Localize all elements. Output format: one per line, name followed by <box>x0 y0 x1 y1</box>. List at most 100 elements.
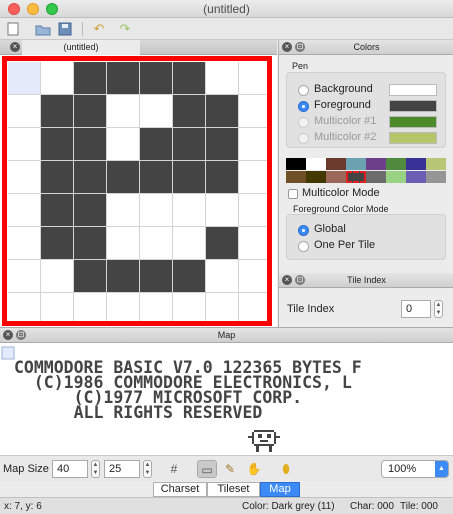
tile-pixel[interactable] <box>239 293 267 321</box>
palette-color-swatch[interactable] <box>406 171 426 183</box>
open-folder-icon[interactable] <box>34 20 52 38</box>
palette-color-swatch[interactable] <box>286 171 306 183</box>
palette-color-swatch[interactable] <box>426 171 446 183</box>
palette-color-swatch[interactable] <box>326 158 346 170</box>
tile-pixel[interactable] <box>74 194 106 226</box>
redo-icon[interactable]: ↷ <box>116 20 134 38</box>
tab-charset[interactable]: Charset <box>153 482 207 497</box>
palette-color-swatch[interactable] <box>346 171 366 183</box>
tile-pixel[interactable] <box>239 260 267 292</box>
tab-tileset[interactable]: Tileset <box>207 482 260 497</box>
palette-color-swatch[interactable] <box>386 158 406 170</box>
tile-pixel[interactable] <box>8 95 40 127</box>
pen-multicolor1-radio[interactable] <box>298 117 309 128</box>
tile-pixel[interactable] <box>140 128 172 160</box>
palette-color-swatch[interactable] <box>426 158 446 170</box>
tile-pixel[interactable] <box>206 161 238 193</box>
palette-color-swatch[interactable] <box>346 158 366 170</box>
editor-tab[interactable]: (untitled) <box>22 40 140 55</box>
tile-index-stepper[interactable]: ▲ ▼ <box>434 300 443 318</box>
tile-pixel[interactable] <box>239 128 267 160</box>
background-color-swatch[interactable] <box>389 84 437 96</box>
tile-pixel[interactable] <box>74 260 106 292</box>
tile-pixel[interactable] <box>140 227 172 259</box>
tile-pixel[interactable] <box>206 227 238 259</box>
tile-pixel[interactable] <box>41 227 73 259</box>
tile-pixel[interactable] <box>239 62 267 94</box>
pen-multicolor2-radio[interactable] <box>298 133 309 144</box>
pencil-tool-icon[interactable]: ✎ <box>220 460 240 478</box>
multicolor1-swatch[interactable] <box>389 116 437 128</box>
tile-pixel[interactable] <box>41 95 73 127</box>
tile-pixel[interactable] <box>173 260 205 292</box>
tile-pixel[interactable] <box>74 128 106 160</box>
palette-color-swatch[interactable] <box>326 171 346 183</box>
tab-map[interactable]: Map <box>260 482 300 497</box>
tile-pixel[interactable] <box>41 62 73 94</box>
tile-pixel[interactable] <box>107 194 139 226</box>
tile-pixel[interactable] <box>107 227 139 259</box>
tile-pixel[interactable] <box>41 128 73 160</box>
tile-pixel[interactable] <box>8 227 40 259</box>
tile-pixel[interactable] <box>173 293 205 321</box>
palette-color-swatch[interactable] <box>406 158 426 170</box>
tile-pixel[interactable] <box>74 95 106 127</box>
tile-pixel[interactable] <box>8 194 40 226</box>
palette-color-swatch[interactable] <box>306 158 326 170</box>
tile-pixel[interactable] <box>107 161 139 193</box>
map-height-stepper[interactable]: ▲ ▼ <box>143 460 152 478</box>
tile-pixel[interactable] <box>107 62 139 94</box>
map-canvas[interactable]: COMMODORE BASIC V7.0 122365 BYTES F (C)1… <box>0 343 453 456</box>
tile-pixel[interactable] <box>74 161 106 193</box>
map-height-input[interactable]: 25 <box>104 460 140 478</box>
foreground-color-swatch[interactable] <box>389 100 437 112</box>
new-file-icon[interactable] <box>4 20 22 38</box>
fg-mode-global-radio[interactable] <box>298 225 309 236</box>
multicolor2-swatch[interactable] <box>389 132 437 144</box>
tile-pixel[interactable] <box>173 95 205 127</box>
map-width-input[interactable]: 40 <box>52 460 88 478</box>
tile-pixel[interactable] <box>107 260 139 292</box>
hand-tool-icon[interactable]: ✋ <box>244 460 264 478</box>
zoom-select[interactable]: 100% ▲ <box>381 460 449 478</box>
palette-color-swatch[interactable] <box>366 171 386 183</box>
tile-pixel[interactable] <box>41 293 73 321</box>
tile-pixel[interactable] <box>239 194 267 226</box>
tile-pixel[interactable] <box>41 260 73 292</box>
tile-pixel[interactable] <box>206 95 238 127</box>
tile-pixel[interactable] <box>41 194 73 226</box>
save-icon[interactable] <box>56 20 74 38</box>
fg-mode-per-tile-radio[interactable] <box>298 241 309 252</box>
tile-pixel[interactable] <box>8 161 40 193</box>
fill-tool-icon[interactable]: ⬮ <box>276 460 296 478</box>
grid-toggle-icon[interactable]: # <box>164 460 184 478</box>
map-width-stepper[interactable]: ▲ ▼ <box>91 460 100 478</box>
tile-pixel[interactable] <box>140 194 172 226</box>
pen-foreground-radio[interactable] <box>298 101 309 112</box>
tile-pixel[interactable] <box>107 128 139 160</box>
tile-pixel[interactable] <box>107 293 139 321</box>
select-tool-icon[interactable]: ▭ <box>197 460 217 478</box>
tile-index-input[interactable]: 0 <box>401 300 431 318</box>
tile-pixel[interactable] <box>74 293 106 321</box>
tile-pixel[interactable] <box>239 161 267 193</box>
tile-pixel[interactable] <box>140 293 172 321</box>
tile-pixel[interactable] <box>173 227 205 259</box>
tile-pixel-grid[interactable] <box>8 62 267 321</box>
tile-pixel[interactable] <box>140 260 172 292</box>
tile-pixel[interactable] <box>206 260 238 292</box>
tile-pixel[interactable] <box>173 194 205 226</box>
tile-pixel[interactable] <box>140 62 172 94</box>
tile-pixel[interactable] <box>173 161 205 193</box>
tile-pixel[interactable] <box>8 260 40 292</box>
tile-pixel[interactable] <box>74 227 106 259</box>
tile-pixel[interactable] <box>239 95 267 127</box>
tile-pixel[interactable] <box>206 128 238 160</box>
pen-background-radio[interactable] <box>298 85 309 96</box>
tile-pixel[interactable] <box>206 293 238 321</box>
tile-pixel[interactable] <box>173 62 205 94</box>
tile-pixel[interactable] <box>140 161 172 193</box>
tile-pixel[interactable] <box>173 128 205 160</box>
multicolor-mode-checkbox[interactable] <box>288 189 298 199</box>
tile-pixel[interactable] <box>8 128 40 160</box>
